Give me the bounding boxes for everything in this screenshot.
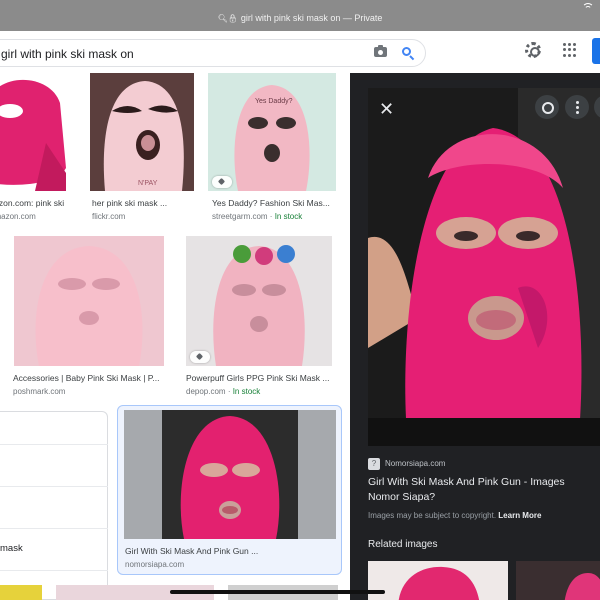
settings-gear-icon[interactable]: [525, 42, 541, 58]
result-thumbnail[interactable]: [124, 410, 336, 539]
apps-grid-icon[interactable]: [563, 43, 577, 57]
lock-icon: 🔍︎🔒︎: [217, 14, 238, 23]
home-indicator[interactable]: [170, 590, 385, 594]
result-thumbnail[interactable]: [0, 73, 66, 191]
image-preview-panel: ✕ ? Nomorsiapa.com Girl With Ski Mask An…: [350, 73, 600, 600]
result-caption[interactable]: Powerpuff Girls PPG Pink Ski Mask ...: [186, 373, 336, 383]
in-stock-label: In stock: [232, 387, 261, 396]
image-results-grid: Amazon.com: pink ski ... amazon.com N'PA…: [0, 73, 350, 600]
result-tile[interactable]: Yes Daddy? Yes Daddy? Fashion Ski Mas...…: [208, 73, 338, 223]
copyright-notice: Images may be subject to copyright. Lear…: [368, 511, 542, 520]
result-source: amazon.com: [0, 212, 36, 221]
camera-icon[interactable]: [374, 45, 387, 57]
preview-image[interactable]: [368, 88, 600, 446]
wifi-icon: [582, 3, 594, 11]
address-text: girl with pink ski mask on — Private: [240, 13, 383, 23]
search-box[interactable]: girl with pink ski mask on: [0, 39, 426, 67]
result-thumbnail[interactable]: [0, 585, 42, 600]
browser-toolbar: 🔍︎🔒︎ girl with pink ski mask on — Private: [0, 0, 600, 31]
selected-result-tile[interactable]: Girl With Ski Mask And Pink Gun ... nomo…: [117, 405, 342, 575]
search-icon[interactable]: [401, 46, 415, 61]
tag-icon: [190, 351, 210, 363]
address-bar[interactable]: 🔍︎🔒︎ girl with pink ski mask on — Private: [0, 13, 600, 23]
related-searches-card[interactable]: [0, 411, 108, 600]
result-tile[interactable]: N'PAY her pink ski mask ... flickr.com: [90, 73, 196, 223]
result-caption[interactable]: Accessories | Baby Pink Ski Mask | P...: [13, 373, 166, 383]
result-tile[interactable]: Amazon.com: pink ski ... amazon.com: [0, 73, 80, 223]
sign-in-button[interactable]: [592, 38, 600, 64]
browser-window: 🔍︎🔒︎ girl with pink ski mask on — Private…: [0, 0, 600, 600]
result-tile[interactable]: Accessories | Baby Pink Ski Mask | P... …: [13, 236, 166, 398]
result-tile[interactable]: Powerpuff Girls PPG Pink Ski Mask ... de…: [186, 236, 336, 398]
result-source: poshmark.com: [13, 387, 66, 396]
svg-text:N'PAY: N'PAY: [138, 180, 158, 187]
more-vert-icon[interactable]: [565, 95, 589, 119]
related-images-heading: Related images: [368, 539, 438, 550]
result-caption[interactable]: Amazon.com: pink ski ...: [0, 198, 68, 208]
result-thumbnail[interactable]: [186, 236, 332, 366]
preview-title[interactable]: Girl With Ski Mask And Pink Gun - Images…: [368, 475, 588, 505]
result-source: flickr.com: [92, 212, 126, 221]
result-source: streetgarm.com · In stock: [212, 212, 303, 221]
preview-site[interactable]: Nomorsiapa.com: [385, 459, 445, 468]
result-caption[interactable]: Girl With Ski Mask And Pink Gun ...: [125, 546, 335, 556]
related-image-thumbnail[interactable]: [516, 561, 600, 600]
result-source: depop.com · In stock: [186, 387, 261, 396]
in-stock-label: In stock: [274, 212, 303, 221]
site-favicon: ?: [368, 458, 380, 470]
search-input[interactable]: girl with pink ski mask on: [1, 47, 134, 61]
related-image-thumbnail[interactable]: [368, 561, 508, 600]
search-header: girl with pink ski mask on: [0, 31, 600, 73]
close-icon[interactable]: ✕: [379, 100, 394, 118]
result-source: nomorsiapa.com: [125, 560, 185, 569]
result-thumbnail[interactable]: Yes Daddy?: [208, 73, 336, 191]
result-caption[interactable]: Yes Daddy? Fashion Ski Mas...: [212, 198, 340, 208]
result-caption[interactable]: her pink ski mask ...: [92, 198, 196, 208]
mask-print-text: Yes Daddy?: [255, 98, 293, 105]
lens-icon[interactable]: [535, 95, 559, 119]
learn-more-link[interactable]: Learn More: [498, 511, 541, 520]
result-thumbnail[interactable]: [14, 236, 164, 366]
related-search-label[interactable]: mask: [0, 543, 23, 554]
result-thumbnail[interactable]: N'PAY: [90, 73, 194, 191]
tag-icon: [212, 176, 232, 188]
